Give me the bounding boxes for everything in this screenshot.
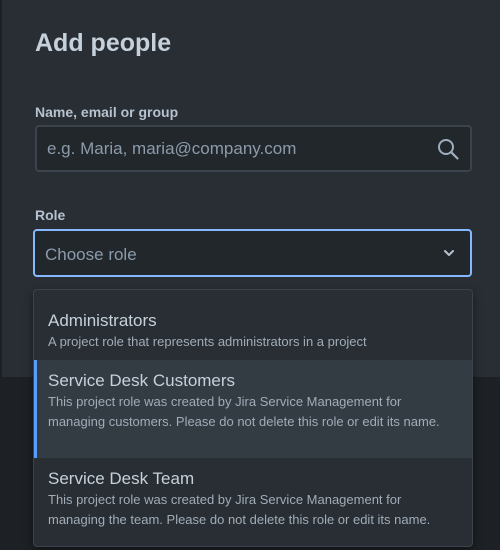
chevron-down-icon[interactable]: [442, 248, 456, 258]
role-option-title: Administrators: [48, 311, 157, 330]
role-option-description: This project role was created by Jira Se…: [48, 492, 431, 527]
name-field-label: Name, email or group: [35, 104, 179, 120]
dialog-title: Add people: [35, 29, 172, 57]
role-option-title: Service Desk Customers: [48, 371, 236, 390]
role-select-placeholder: Choose role: [45, 245, 137, 264]
role-field-label: Role: [35, 207, 66, 223]
role-option-administrators[interactable]: Administrators A project role that repre…: [34, 310, 472, 360]
search-icon[interactable]: [436, 137, 460, 161]
name-email-group-input[interactable]: [47, 127, 427, 170]
page: Add people Name, email or group Role Cho…: [0, 0, 500, 550]
role-option-service-desk-team[interactable]: Service Desk Team This project role was …: [34, 468, 472, 538]
role-option-title: Service Desk Team: [48, 469, 195, 488]
role-select[interactable]: Choose role: [33, 229, 472, 277]
role-options-menu: Administrators A project role that repre…: [33, 289, 473, 547]
role-option-description: This project role was created by Jira Se…: [48, 394, 440, 429]
name-email-group-field[interactable]: [35, 125, 472, 172]
role-option-service-desk-customers[interactable]: Service Desk Customers This project role…: [34, 360, 472, 458]
role-option-description: A project role that represents administr…: [48, 334, 367, 349]
